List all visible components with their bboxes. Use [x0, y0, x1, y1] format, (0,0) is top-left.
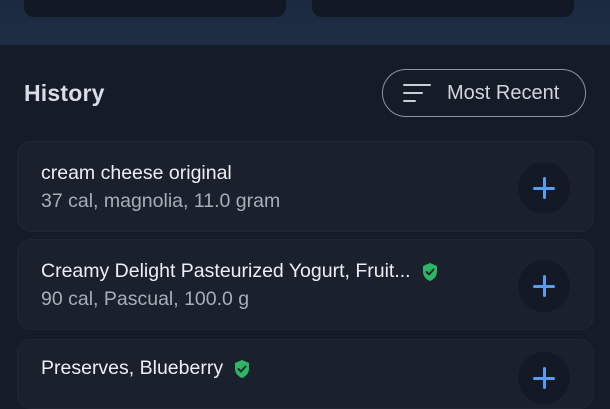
history-item[interactable]: Creamy Delight Pasteurized Yogurt, Fruit…	[17, 239, 594, 330]
plus-icon	[533, 367, 555, 389]
sort-button[interactable]: Most Recent	[382, 69, 586, 117]
plus-icon	[533, 177, 555, 199]
add-button[interactable]	[518, 352, 570, 404]
verified-shield-icon	[422, 262, 437, 281]
top-card-left[interactable]	[24, 0, 286, 17]
item-name: Creamy Delight Pasteurized Yogurt, Fruit…	[41, 260, 439, 283]
add-button[interactable]	[518, 260, 570, 312]
item-name-text: cream cheese original	[41, 162, 232, 184]
sort-label: Most Recent	[447, 81, 560, 104]
item-name-text: Creamy Delight Pasteurized Yogurt, Fruit…	[41, 260, 411, 282]
history-item[interactable]: Preserves, Blueberry	[17, 339, 594, 409]
history-title: History	[24, 80, 105, 106]
item-name: Preserves, Blueberry	[41, 357, 251, 380]
item-detail: 37 cal, magnolia, 11.0 gram	[41, 190, 281, 212]
verified-shield-icon	[235, 359, 250, 378]
top-card-right[interactable]	[312, 0, 574, 17]
plus-icon	[533, 275, 555, 297]
item-name: cream cheese original	[41, 162, 232, 185]
item-name-text: Preserves, Blueberry	[41, 357, 224, 379]
top-section	[0, 0, 610, 45]
history-item[interactable]: cream cheese original 37 cal, magnolia, …	[17, 141, 594, 232]
add-button[interactable]	[518, 162, 570, 214]
sort-lines-icon	[403, 82, 433, 104]
item-detail: 90 cal, Pascual, 100.0 g	[41, 288, 250, 310]
